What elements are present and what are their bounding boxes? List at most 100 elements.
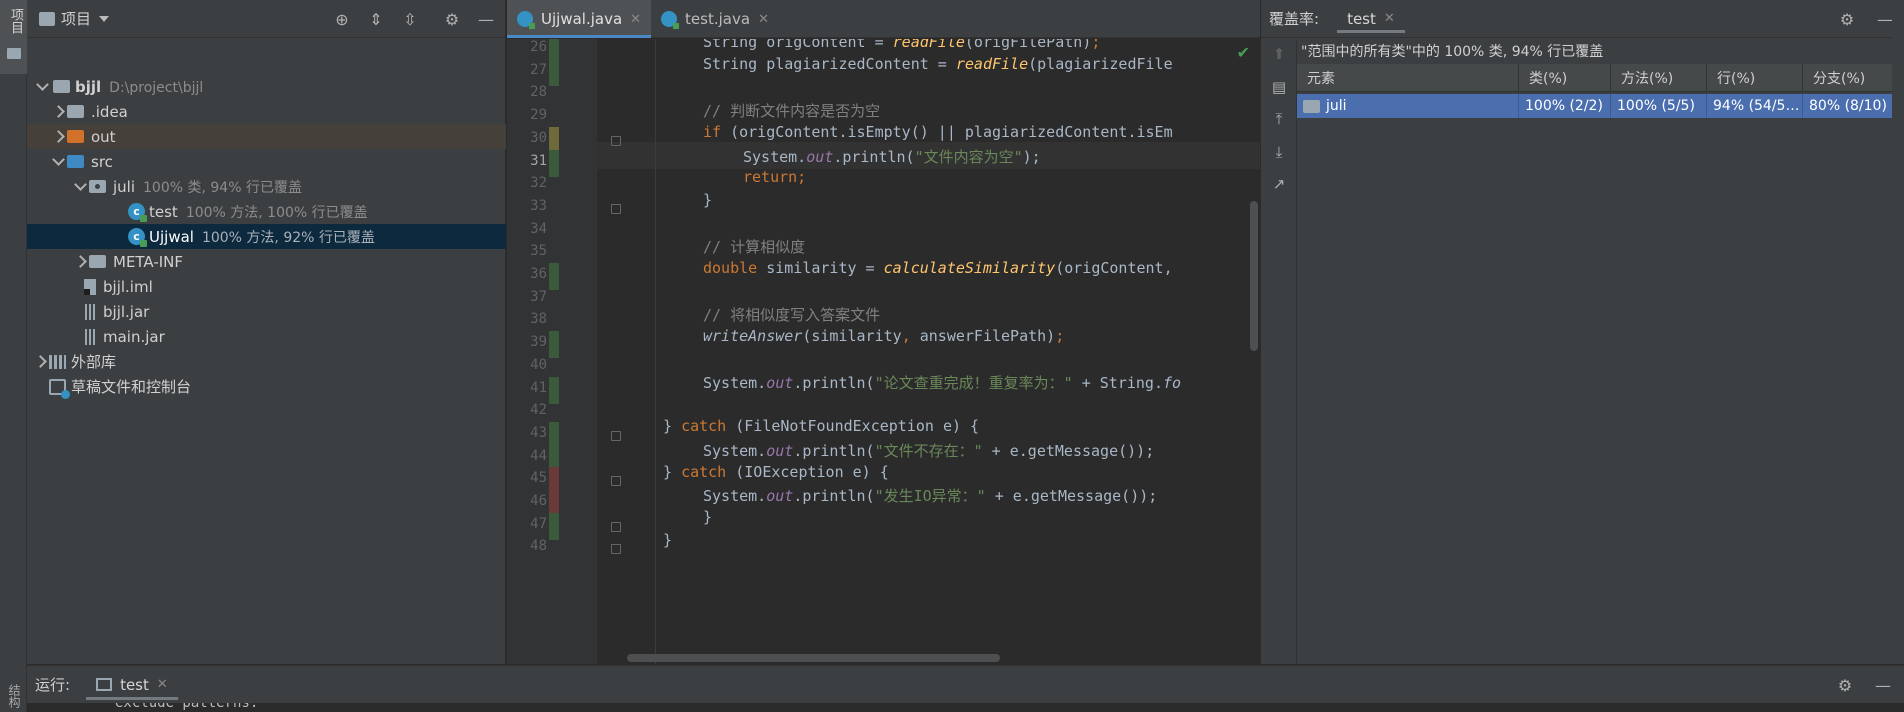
line-number[interactable]: 37 [507,289,547,305]
chevron-right-icon[interactable] [51,130,65,144]
line-number[interactable]: 29 [507,107,547,123]
tab-ujjwal-java[interactable]: Ujjwal.java ✕ [507,0,652,38]
fold-icon[interactable] [611,430,621,441]
fold-icon[interactable] [611,476,621,487]
flatten-packages-icon[interactable]: ▤ [1270,78,1288,96]
hide-icon[interactable]: — [1872,674,1894,696]
tab-run-test[interactable]: test ✕ [86,666,178,704]
coverage-marker[interactable] [549,263,559,290]
table-row[interactable]: juli 100% (2/2) 100% (5/5) 94% (54/5… 80… [1297,94,1904,118]
code-line: String plagiarizedContent = readFile(pla… [703,55,1173,73]
coverage-marker[interactable] [549,512,559,540]
code-line: } [703,508,713,526]
fold-icon[interactable] [611,135,621,146]
line-number[interactable]: 38 [507,311,547,327]
column-header-element[interactable]: 元素 [1297,64,1519,91]
line-number[interactable]: 26 [507,39,547,55]
line-number[interactable]: 31 [507,153,547,169]
fold-icon[interactable] [611,203,621,214]
close-icon[interactable]: ✕ [630,12,641,27]
locate-icon[interactable]: ⊕ [331,8,353,30]
line-number[interactable]: 34 [507,221,547,237]
chevron-down-icon[interactable] [99,15,110,22]
project-panel-title[interactable]: 项目 [61,8,91,29]
tab-coverage-test[interactable]: test ✕ [1337,0,1405,38]
gear-icon[interactable]: ⚙ [1834,674,1856,696]
tree-item-src[interactable]: src [27,149,506,174]
coverage-marker[interactable] [549,58,559,86]
coverage-marker[interactable] [549,331,559,359]
fold-icon[interactable] [611,521,621,532]
column-header-class[interactable]: 类(%) [1519,64,1611,91]
cell-line: 94% (54/5… [1707,94,1803,118]
tree-item-bjjl[interactable]: bjjl D:\project\bjjl [27,74,506,99]
coverage-marker[interactable] [549,376,559,404]
tree-item-idea[interactable]: .idea [27,99,506,124]
tree-item-bjjl-iml[interactable]: bjjl.iml [27,274,506,299]
code-line: writeAnswer(similarity, answerFilePath); [703,327,1065,345]
close-icon[interactable]: ✕ [1384,11,1395,26]
vertical-scrollbar[interactable] [1250,201,1258,351]
tree-item-test[interactable]: c test 100% 方法, 100% 行已覆盖 [27,199,506,224]
code-line: } [703,191,713,209]
line-number[interactable]: 45 [507,470,547,486]
tree-item-ujjwal[interactable]: c Ujjwal 100% 方法, 92% 行已覆盖 [27,224,506,249]
expand-all-icon[interactable]: ⇕ [365,8,387,30]
gear-icon[interactable]: ⚙ [441,8,463,30]
tree-item-meta-inf[interactable]: META-INF [27,249,506,274]
collapse-all-icon[interactable]: ⇳ [399,8,421,30]
line-number[interactable]: 32 [507,175,547,191]
chevron-right-icon[interactable] [33,355,47,369]
line-number[interactable]: 46 [507,493,547,509]
chevron-down-icon[interactable] [73,180,87,194]
line-number[interactable]: 35 [507,243,547,259]
tree-item-external-libraries[interactable]: 外部库 [27,349,506,374]
code-editor[interactable]: ✔ String origContent = readFile(origFile… [507,39,1260,664]
chevron-right-icon[interactable] [73,255,87,269]
fold-icon[interactable] [611,544,621,555]
close-icon[interactable]: ✕ [758,12,769,27]
tree-item-label: out [91,127,116,146]
tree-item-label: juli [113,177,136,196]
tree-item-label: test [149,202,178,221]
line-number[interactable]: 42 [507,402,547,418]
tab-label: Ujjwal.java [541,10,623,28]
horizontal-scrollbar[interactable] [627,654,1000,662]
chevron-right-icon[interactable] [51,105,65,119]
tree-item-scratches[interactable]: 草稿文件和控制台 [27,374,506,399]
line-number[interactable]: 36 [507,266,547,282]
import-icon[interactable]: ⤒ [1270,110,1288,128]
project-tool-tab-label: 项目 [8,8,23,34]
column-header-branch[interactable]: 分支(%) [1803,64,1894,91]
line-number[interactable]: 41 [507,380,547,396]
column-header-method[interactable]: 方法(%) [1611,64,1707,91]
line-number[interactable]: 28 [507,84,547,100]
tab-test-java[interactable]: test.java ✕ [651,0,779,38]
column-header-line[interactable]: 行(%) [1707,64,1803,91]
arrow-up-icon[interactable]: ⬆ [1270,45,1288,63]
project-tool-tab[interactable]: 项目 [0,0,27,74]
line-number[interactable]: 39 [507,334,547,350]
line-number[interactable]: 33 [507,198,547,214]
chevron-down-icon[interactable] [51,155,65,169]
line-number[interactable]: 44 [507,448,547,464]
line-number[interactable]: 47 [507,516,547,532]
line-number[interactable]: 30 [507,130,547,146]
console-output[interactable]: exclude patterns: [27,703,1904,712]
chevron-down-icon[interactable] [35,80,49,94]
hide-icon[interactable]: — [475,8,497,30]
tree-item-out[interactable]: out [27,124,506,149]
export-icon[interactable]: ⤓ [1270,143,1288,161]
gear-icon[interactable]: ⚙ [1836,8,1858,30]
generate-report-icon[interactable]: ↗ [1270,175,1288,193]
line-number[interactable]: 48 [507,538,547,554]
line-number[interactable]: 43 [507,425,547,441]
line-number[interactable]: 40 [507,357,547,373]
tree-item-juli[interactable]: juli 100% 类, 94% 行已覆盖 [27,174,506,199]
line-number[interactable]: 27 [507,62,547,78]
close-icon[interactable]: ✕ [157,677,168,692]
tree-item-main-jar[interactable]: main.jar [27,324,506,349]
tree-item-bjjl-jar[interactable]: bjjl.jar [27,299,506,324]
structure-tool-tab[interactable]: 结构 [6,684,23,708]
coverage-marker[interactable] [549,149,559,177]
